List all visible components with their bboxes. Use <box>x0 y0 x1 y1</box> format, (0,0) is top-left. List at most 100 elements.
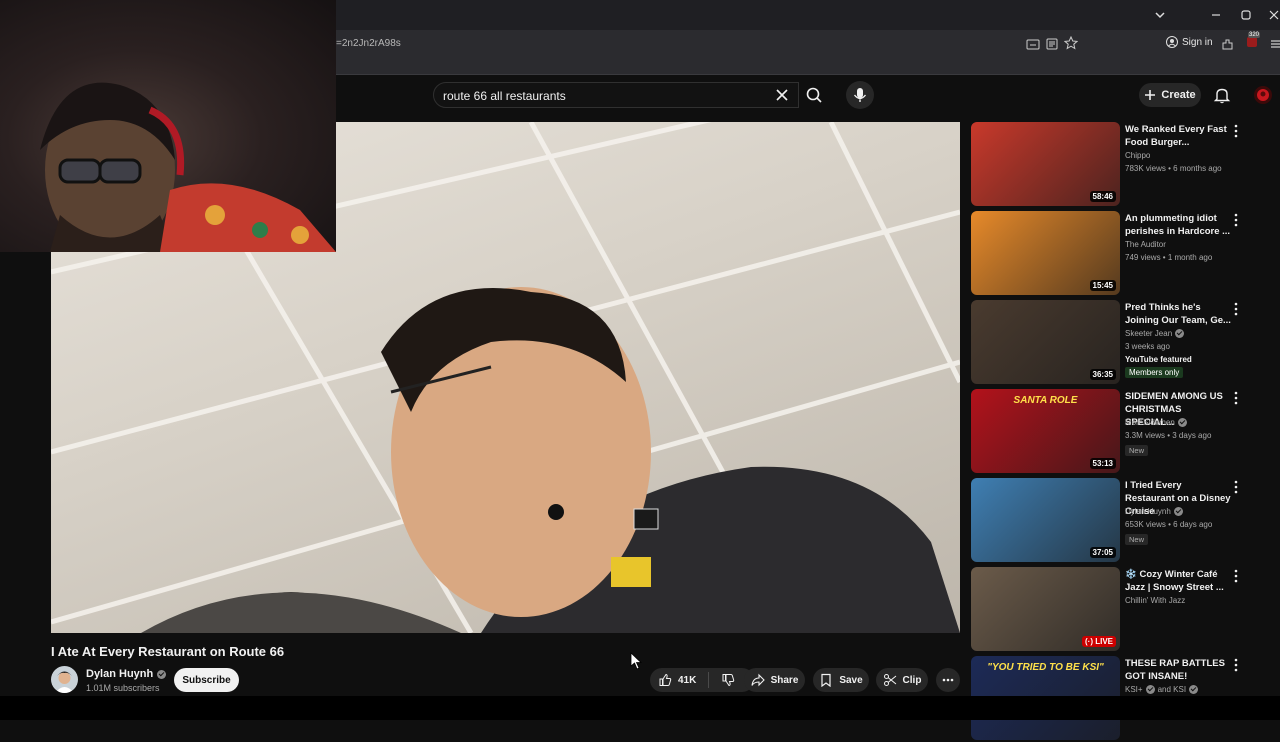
channel-avatar-image <box>55 671 74 693</box>
notifications-bell-icon[interactable] <box>1213 86 1231 104</box>
plus-icon <box>1145 90 1156 100</box>
recommendation-stats: 749 views • 1 month ago <box>1125 253 1213 262</box>
recommendation-stats: 653K views • 6 days ago <box>1125 520 1213 529</box>
channel-suffix: and KSI <box>1157 685 1187 694</box>
search-query[interactable]: route 66 all restaurants <box>443 89 566 103</box>
more-vertical-icon[interactable] <box>1233 302 1239 316</box>
share-label: Share <box>770 674 799 686</box>
sign-in-button[interactable]: Sign in <box>1166 36 1213 48</box>
verified-icon <box>1189 685 1199 694</box>
verified-icon <box>1175 329 1185 338</box>
url-text[interactable]: =2n2Jn2rA98s <box>336 38 401 49</box>
members-only-label: Members only <box>1129 368 1180 377</box>
channel-name-text: Dylan Huynh <box>86 668 154 680</box>
avatar-image-icon <box>1257 89 1269 101</box>
like-button[interactable]: 41K <box>658 673 696 687</box>
thumbs-up-icon <box>659 673 672 686</box>
recommendation-channel[interactable]: Dylan Huynh <box>1125 507 1183 516</box>
clip-button[interactable]: Clip <box>876 668 928 692</box>
account-avatar[interactable] <box>1254 86 1272 104</box>
recommendation-card[interactable]: 15:45 An plummeting idiot perishes in Har… <box>971 211 1271 297</box>
search-icon[interactable] <box>800 82 830 108</box>
create-button[interactable]: Create <box>1139 83 1201 107</box>
video-thumbnail[interactable]: 58:46 <box>971 122 1120 206</box>
more-vertical-icon[interactable] <box>1233 480 1239 494</box>
like-dislike-group: 41K <box>650 668 754 692</box>
recommendation-channel[interactable]: Chippo <box>1125 151 1150 160</box>
recommendation-title[interactable]: THESE RAP BATTLES GOT INSANE! <box>1125 657 1231 683</box>
recommendation-channel[interactable]: MoreSidemen <box>1125 418 1187 427</box>
recommendation-channel[interactable]: Skeeter Jean <box>1125 329 1185 338</box>
share-button[interactable]: Share <box>744 668 805 692</box>
thumbnail-caption: SANTA ROLE <box>1013 395 1078 406</box>
page-translate-icon[interactable] <box>1026 37 1040 51</box>
reader-mode-icon[interactable] <box>1045 37 1059 51</box>
recommendation-title[interactable]: An plummeting idiot perishes in Hardcore… <box>1125 212 1231 238</box>
verified-icon <box>1145 685 1155 694</box>
channel-name[interactable]: Dylan Huynh <box>86 668 167 680</box>
more-vertical-icon[interactable] <box>1233 124 1239 138</box>
divider <box>708 672 710 688</box>
mouse-cursor-icon <box>630 652 642 670</box>
video-thumbnail[interactable]: (·) LIVE <box>971 567 1120 651</box>
create-label: Create <box>1161 89 1196 101</box>
recommendation-title[interactable]: ❄️ Cozy Winter Café Jazz | Snowy Street … <box>1125 568 1231 594</box>
recommendation-card[interactable]: SANTA ROLE 53:13 SIDEMEN AMONG US CHRISTMA… <box>971 389 1271 475</box>
new-badge: New <box>1125 445 1149 456</box>
recommendation-channel[interactable]: Chillin' With Jazz <box>1125 596 1185 605</box>
voice-search-button[interactable] <box>846 81 874 109</box>
more-vertical-icon[interactable] <box>1233 213 1239 227</box>
more-vertical-icon[interactable] <box>1233 658 1239 672</box>
channel-avatar[interactable] <box>51 666 78 693</box>
menu-icon[interactable] <box>1268 37 1280 51</box>
recommendation-stats: 3 weeks ago <box>1125 342 1170 351</box>
recommendation-card[interactable]: (·) LIVE ❄️ Cozy Winter Café Jazz | Snowy… <box>971 567 1271 653</box>
close-window-icon[interactable] <box>1268 9 1280 21</box>
thumbnail-caption: "YOU TRIED TO BE KSI" <box>987 662 1104 673</box>
recommendation-title[interactable]: We Ranked Every Fast Food Burger... <box>1125 123 1231 149</box>
extensions-icon[interactable] <box>1220 37 1234 51</box>
extension-ublock-icon[interactable]: 320 <box>1244 32 1262 48</box>
clear-search-icon[interactable] <box>774 87 790 103</box>
video-thumbnail[interactable]: 36:35 <box>971 300 1120 384</box>
account-icon <box>1166 36 1178 48</box>
chevron-down-icon[interactable] <box>1154 9 1166 21</box>
channel-name-text: Skeeter Jean <box>1125 329 1173 338</box>
bookmark-star-icon[interactable] <box>1064 36 1078 50</box>
recommendation-card[interactable]: 58:46 We Ranked Every Fast Food Burger...… <box>971 122 1271 208</box>
more-horizontal-icon <box>942 678 954 682</box>
recommendation-title[interactable]: Pred Thinks he's Joining Our Team, Ge... <box>1125 301 1231 327</box>
recommendation-card[interactable]: 37:05 I Tried Every Restaurant on a Disne… <box>971 478 1271 564</box>
save-bookmark-icon <box>821 673 831 687</box>
video-thumbnail[interactable]: SANTA ROLE 53:13 <box>971 389 1120 473</box>
thumbs-down-icon[interactable] <box>721 673 735 687</box>
more-actions-button[interactable] <box>936 668 960 692</box>
recommendation-channel[interactable]: KSI+ and KSI <box>1125 685 1199 694</box>
like-count: 41K <box>678 674 697 686</box>
more-vertical-icon[interactable] <box>1233 391 1239 405</box>
verified-icon <box>1173 507 1183 516</box>
live-badge: (·) LIVE <box>1082 636 1116 647</box>
recommendation-card[interactable]: 36:35 Pred Thinks he's Joining Our Team, … <box>971 300 1271 386</box>
sign-in-label: Sign in <box>1182 36 1213 48</box>
recommendation-stats: 783K views • 6 months ago <box>1125 164 1222 173</box>
channel-name-text: The Auditor <box>1125 240 1166 249</box>
subscribe-button[interactable]: Subscribe <box>174 668 239 692</box>
shield-icon <box>1247 37 1257 47</box>
duration-badge: 36:35 <box>1089 369 1116 380</box>
restore-icon[interactable] <box>1240 9 1252 21</box>
video-thumbnail[interactable]: 15:45 <box>971 211 1120 295</box>
video-thumbnail[interactable]: 37:05 <box>971 478 1120 562</box>
verified-icon <box>157 669 167 679</box>
minimize-icon[interactable] <box>1210 9 1222 21</box>
webcam-image <box>40 82 336 252</box>
recommendation-channel[interactable]: The Auditor <box>1125 240 1166 249</box>
duration-badge: 37:05 <box>1089 547 1116 558</box>
more-vertical-icon[interactable] <box>1233 569 1239 583</box>
save-button[interactable]: Save <box>813 668 869 692</box>
share-arrow-icon <box>751 673 765 687</box>
channel-name-text: KSI+ <box>1125 685 1143 694</box>
verified-icon <box>1177 418 1187 427</box>
channel-name-text: Chippo <box>1125 151 1151 160</box>
members-only-badge: Members only <box>1125 367 1184 378</box>
